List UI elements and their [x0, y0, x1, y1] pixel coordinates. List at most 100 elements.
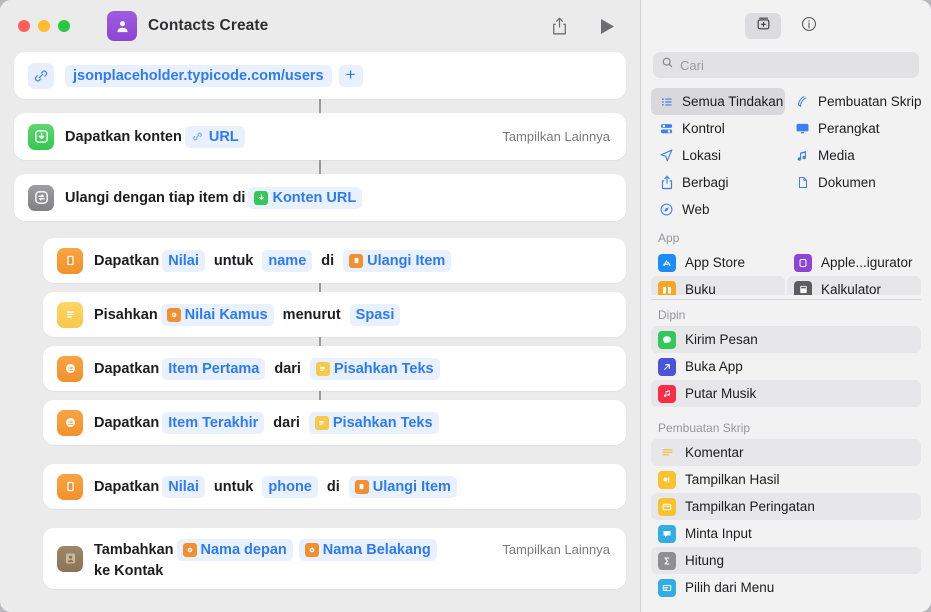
category-label: Dokumen: [818, 175, 876, 190]
action-card-get-first-item[interactable]: Dapatkan Item Pertama dari Pisahkan Teks: [43, 346, 626, 391]
url-value-field[interactable]: jsonplaceholder.typicode.com/users: [65, 64, 332, 87]
play-icon[interactable]: [590, 11, 624, 41]
category-dokumen[interactable]: Dokumen: [787, 169, 921, 196]
category-berbagi[interactable]: Berbagi: [651, 169, 785, 196]
token-value[interactable]: Nilai: [162, 249, 205, 272]
list-item-kirim-pesan[interactable]: Kirim Pesan: [651, 326, 921, 353]
token-split-text[interactable]: Pisahkan Teks: [309, 357, 440, 380]
list-item-label: Kalkulator: [821, 282, 882, 295]
action-card-split-text[interactable]: Pisahkan Nilai Kamus menurut Spasi: [43, 292, 626, 337]
list-item-icon: [57, 355, 83, 382]
zoom-button[interactable]: [58, 20, 70, 32]
token-last-item[interactable]: Item Terakhir: [162, 411, 265, 434]
token-url[interactable]: URL: [184, 125, 245, 148]
safari-compass-icon: [658, 202, 675, 217]
category-perangkat[interactable]: Perangkat: [787, 115, 921, 142]
category-lokasi[interactable]: Lokasi: [651, 142, 785, 169]
list-item-label: Buku: [685, 282, 716, 295]
share-icon[interactable]: [542, 11, 576, 41]
action-label: Dapatkan konten: [65, 128, 182, 145]
category-pembuatan-skrip[interactable]: Pembuatan Skrip: [787, 88, 921, 115]
yellow-text-icon: [315, 361, 330, 376]
tab-action-library[interactable]: [745, 13, 781, 39]
page-title: Contacts Create: [148, 17, 269, 34]
choose-menu-icon: [658, 578, 676, 597]
action-card-url[interactable]: jsonplaceholder.typicode.com/users +: [14, 52, 626, 99]
token-repeat-item[interactable]: Ulangi Item: [348, 475, 457, 498]
action-card-get-value-name[interactable]: Dapatkan Nilai untuk name di Ulangi Item: [43, 238, 626, 283]
list-item-putar-musik[interactable]: Putar Musik: [651, 380, 921, 407]
action-label-2: untuk: [213, 252, 254, 269]
action-label-3: di: [321, 252, 335, 269]
action-card-repeat-with-each[interactable]: Ulangi dengan tiap item di Konten URL: [14, 174, 626, 221]
tab-info[interactable]: [791, 13, 827, 39]
show-more-button[interactable]: Tampilkan Lainnya: [502, 129, 612, 144]
books-icon: [658, 280, 676, 295]
action-card-get-contents-of-url[interactable]: Dapatkan konten URL Tampilkan Lainnya: [14, 113, 626, 160]
token-key-name[interactable]: name: [262, 249, 313, 272]
category-kontrol[interactable]: Kontrol: [651, 115, 785, 142]
flow-connector: [319, 337, 321, 346]
dictionary-book-icon: [57, 473, 83, 500]
add-url-button[interactable]: +: [338, 64, 363, 87]
action-list-scroll-area[interactable]: App App Store Apple...igurator Buku Kalk…: [641, 223, 931, 612]
shortcuts-window: Contacts Create jsonplaceholder.typicode…: [0, 0, 931, 612]
text-lines-icon: [57, 301, 83, 328]
workflow-editor-pane: Contacts Create jsonplaceholder.typicode…: [0, 0, 640, 612]
list-item-label: Hitung: [685, 553, 725, 568]
workflow-action-list: jsonplaceholder.typicode.com/users + Dap…: [0, 52, 640, 612]
list-item-label: Tampilkan Peringatan: [685, 499, 815, 514]
list-item-pilih-dari-menu[interactable]: Pilih dari Menu: [651, 574, 921, 601]
token-last-name[interactable]: Nama Belakang: [298, 538, 437, 561]
apple-configurator-icon: [794, 253, 812, 272]
minimize-button[interactable]: [38, 20, 50, 32]
token-repeat-item[interactable]: Ulangi Item: [343, 249, 452, 272]
list-item-minta-input[interactable]: Minta Input: [651, 520, 921, 547]
flow-connector: [319, 160, 321, 174]
token-first-item[interactable]: Item Pertama: [162, 357, 266, 380]
token-label: Nama depan: [200, 541, 287, 558]
list-item-tampilkan-hasil[interactable]: Tampilkan Hasil: [651, 466, 921, 493]
flow-connector: [319, 283, 321, 292]
scripting-icon: [794, 94, 811, 109]
dictionary-book-icon: [57, 247, 83, 274]
list-item-hitung[interactable]: Hitung: [651, 547, 921, 574]
search-input[interactable]: [680, 57, 911, 73]
action-card-get-last-item[interactable]: Dapatkan Item Terakhir dari Pisahkan Tek…: [43, 400, 626, 445]
section-header-dipin: Dipin: [658, 308, 686, 322]
music-note-icon: [794, 149, 811, 163]
token-split-text[interactable]: Pisahkan Teks: [308, 411, 439, 434]
category-media[interactable]: Media: [787, 142, 921, 169]
category-semua-tindakan[interactable]: Semua Tindakan: [651, 88, 785, 115]
list-item-app-store[interactable]: App Store: [651, 249, 785, 276]
list-item-label: Apple...igurator: [821, 255, 913, 270]
search-container: [641, 52, 931, 88]
token-url-contents[interactable]: Konten URL: [248, 186, 363, 209]
token-dictionary-value[interactable]: Nilai Kamus: [160, 303, 274, 326]
share-icon: [658, 175, 675, 190]
action-card-add-to-contacts[interactable]: Tambahkan Nama depan Nama Belakang Tampi…: [43, 528, 626, 589]
display-icon: [794, 121, 811, 136]
list-item-komentar[interactable]: Komentar: [651, 439, 921, 466]
list-item-apple-configurator[interactable]: Apple...igurator: [787, 249, 921, 276]
token-separator[interactable]: Spasi: [349, 303, 401, 326]
music-app-icon: [658, 384, 676, 403]
token-key-phone[interactable]: phone: [262, 475, 318, 498]
action-label: Dapatkan: [94, 360, 160, 377]
token-label: Ulangi Item: [372, 478, 451, 495]
search-field[interactable]: [653, 52, 919, 78]
category-web[interactable]: Web: [651, 196, 785, 223]
list-item-label: App Store: [685, 255, 746, 270]
list-item-tampilkan-peringatan[interactable]: Tampilkan Peringatan: [651, 493, 921, 520]
token-first-name[interactable]: Nama depan: [176, 538, 293, 561]
action-card-get-value-phone[interactable]: Dapatkan Nilai untuk phone di Ulangi Ite…: [43, 464, 626, 509]
token-value[interactable]: Nilai: [162, 475, 205, 498]
list-item-buku[interactable]: Buku: [651, 276, 785, 295]
category-label: Kontrol: [682, 121, 725, 136]
list-item-kalkulator[interactable]: Kalkulator: [787, 276, 921, 295]
show-more-button[interactable]: Tampilkan Lainnya: [502, 542, 612, 557]
list-item-label: Minta Input: [685, 526, 752, 541]
action-label-3: di: [326, 478, 340, 495]
list-item-buka-app[interactable]: Buka App: [651, 353, 921, 380]
close-button[interactable]: [18, 20, 30, 32]
